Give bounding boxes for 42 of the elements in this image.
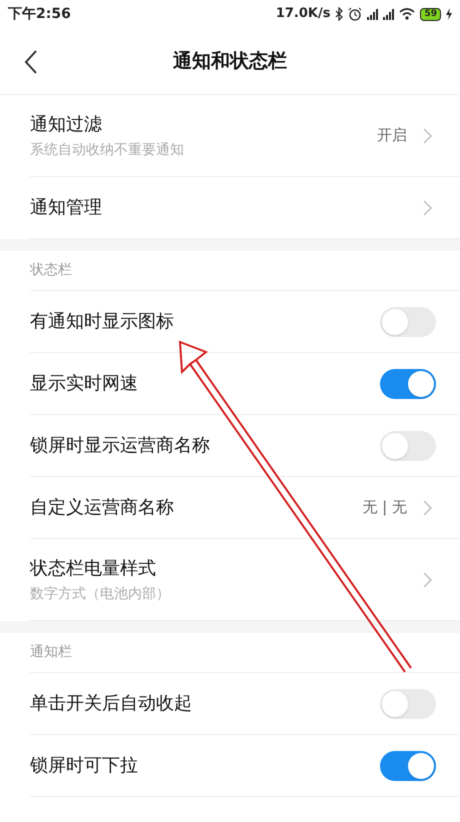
settings-row[interactable]: 单击开关后自动收起 bbox=[30, 673, 460, 735]
setting-value: 无 | 无 bbox=[362, 497, 407, 518]
toggle-switch[interactable] bbox=[380, 430, 436, 460]
section-header: 状态栏 bbox=[30, 261, 72, 280]
toggle-switch[interactable] bbox=[380, 306, 436, 336]
setting-label: 显示实时网速 bbox=[30, 372, 138, 396]
signal-icon bbox=[383, 8, 394, 20]
setting-label: 通知管理 bbox=[30, 196, 102, 220]
settings-row[interactable]: 有通知时显示图标 bbox=[30, 291, 460, 353]
setting-label: 自定义运营商名称 bbox=[30, 496, 174, 520]
back-icon bbox=[24, 49, 38, 75]
section-header: 通知栏 bbox=[30, 643, 72, 662]
toggle-switch[interactable] bbox=[380, 368, 436, 398]
page-title: 通知和状态栏 bbox=[173, 48, 287, 74]
settings-row[interactable]: 锁屏时可下拉 bbox=[30, 735, 460, 797]
setting-description: 系统自动收纳不重要通知 bbox=[30, 140, 184, 160]
charging-icon bbox=[446, 8, 452, 20]
toggle-switch[interactable] bbox=[380, 688, 436, 718]
setting-label: 状态栏电量样式 bbox=[30, 556, 157, 580]
setting-label: 锁屏时显示运营商名称 bbox=[30, 434, 210, 458]
settings-row[interactable]: 显示实时网速 bbox=[30, 353, 460, 415]
chevron-icon bbox=[423, 200, 432, 216]
chevron-icon bbox=[423, 500, 432, 516]
setting-label: 有通知时显示图标 bbox=[30, 310, 174, 334]
chevron-icon bbox=[423, 128, 432, 144]
setting-label: 通知过滤 bbox=[30, 112, 103, 136]
alarm-icon bbox=[348, 7, 362, 21]
wifi-icon bbox=[399, 8, 416, 20]
setting-label: 锁屏时可下拉 bbox=[30, 754, 138, 778]
battery-indicator: 59 bbox=[420, 8, 441, 20]
setting-description: 数字方式（电池内部） bbox=[30, 584, 170, 604]
bluetooth-icon bbox=[335, 7, 344, 21]
setting-label: 单击开关后自动收起 bbox=[30, 692, 192, 716]
status-time: 下午2:56 bbox=[8, 4, 71, 24]
settings-row[interactable]: 自定义运营商名称 无 | 无 bbox=[30, 477, 460, 539]
settings-row[interactable]: 锁屏时显示运营商名称 bbox=[30, 415, 460, 477]
chevron-icon bbox=[423, 572, 432, 588]
settings-row[interactable]: 通知过滤 系统自动收纳不重要通知 开启 bbox=[30, 95, 460, 177]
setting-value: 开启 bbox=[377, 125, 407, 146]
signal-icon bbox=[367, 8, 378, 20]
toggle-switch[interactable] bbox=[380, 750, 436, 780]
network-speed: 17.0K/s bbox=[276, 5, 330, 24]
